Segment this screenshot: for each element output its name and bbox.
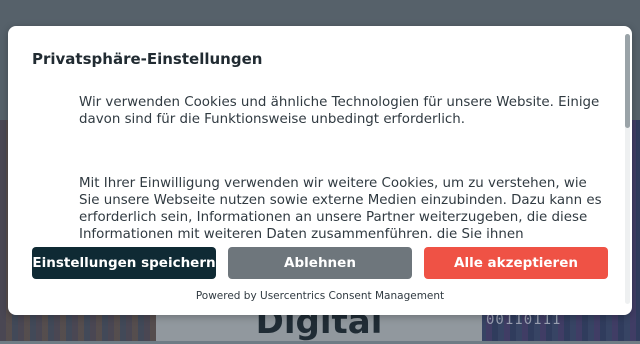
accept-all-button[interactable]: Alle akzeptieren [424,247,608,279]
powered-by-link[interactable]: Powered by Usercentrics Consent Manageme… [8,290,632,302]
consent-paragraph-2: Mit Ihrer Einwilligung verwenden wir wei… [79,176,602,238]
save-settings-button[interactable]: Einstellungen speichern [32,247,216,279]
consent-dialog: Privatsphäre-Einstellungen Wir verwenden… [8,26,632,315]
scrollbar-thumb[interactable] [625,34,630,128]
dialog-title: Privatsphäre-Einstellungen [32,50,263,68]
consent-paragraph-1: Wir verwenden Cookies und ähnliche Techn… [79,95,600,127]
consent-text-scroll-area[interactable]: Wir verwenden Cookies und ähnliche Techn… [79,94,609,238]
deny-button[interactable]: Ablehnen [228,247,412,279]
